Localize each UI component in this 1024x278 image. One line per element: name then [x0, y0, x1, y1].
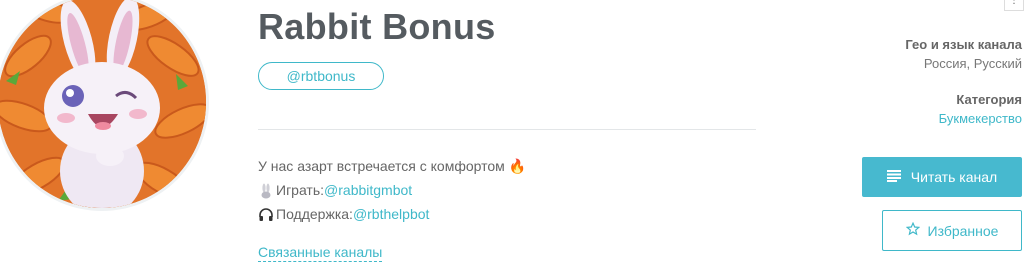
favorite-button[interactable]: Избранное — [882, 210, 1022, 251]
rabbit-icon — [258, 182, 274, 199]
related-channels-link[interactable]: Связанные каналы — [258, 244, 383, 262]
channel-title: Rabbit Bonus — [258, 6, 496, 47]
headphones-icon — [258, 206, 274, 222]
description-line-1: У нас азарт встречается с комфортом 🔥 — [258, 154, 526, 178]
category-link[interactable]: Букмекерство — [939, 111, 1022, 126]
list-icon — [886, 169, 901, 185]
play-label: Играть: — [276, 182, 325, 198]
channel-avatar — [0, 0, 206, 208]
read-channel-label: Читать канал — [910, 169, 998, 185]
fire-emoji: 🔥 — [508, 158, 527, 174]
play-bot-link[interactable]: @rabbitgmbot — [324, 178, 412, 202]
geo-language-block: Гео и язык канала Россия, Русский — [905, 37, 1022, 71]
support-label: Поддержка: — [276, 206, 353, 222]
more-menu-button[interactable]: ⋮ — [1004, 0, 1024, 11]
description-text: У нас азарт встречается с комфортом — [258, 158, 505, 174]
category-label: Категория — [956, 92, 1022, 107]
category-block: Категория Букмекерство — [939, 92, 1022, 126]
geo-label: Гео и язык канала — [905, 37, 1022, 52]
support-bot-link[interactable]: @rbthelpbot — [353, 202, 429, 226]
geo-value: Россия, Русский — [923, 56, 1022, 71]
description-line-2: Играть: @rabbitgmbot — [258, 178, 526, 202]
channel-handle-button[interactable]: @rbtbonus — [258, 62, 384, 90]
read-channel-button[interactable]: Читать канал — [862, 157, 1022, 197]
favorite-label: Избранное — [927, 222, 999, 239]
description-line-3: Поддержка: @rbthelpbot — [258, 202, 526, 226]
divider — [258, 129, 756, 130]
star-icon — [905, 221, 920, 239]
channel-description: У нас азарт встречается с комфортом 🔥 Иг… — [258, 154, 526, 226]
